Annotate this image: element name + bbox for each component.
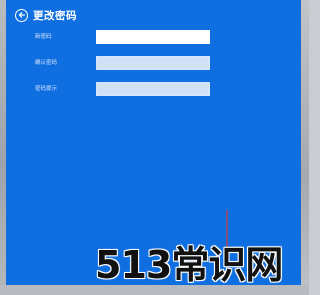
password-hint-field[interactable]: [96, 82, 210, 96]
password-hint-row: 密码提示: [6, 82, 301, 96]
page-title: 更改密码: [33, 9, 77, 22]
site-watermark: 513常识网: [94, 242, 284, 287]
back-arrow-glyph: [18, 12, 25, 18]
new-password-row: 新密码: [6, 30, 301, 44]
confirm-password-field[interactable]: [96, 56, 210, 70]
desktop-background-right: [301, 0, 309, 295]
confirm-password-label: 确认密码: [35, 60, 58, 66]
password-hint-label: 密码提示: [35, 86, 58, 92]
new-password-field[interactable]: [96, 30, 210, 44]
confirm-password-row: 确认密码: [6, 56, 301, 70]
back-arrow-circle-icon[interactable]: [15, 8, 28, 22]
new-password-label: 新密码: [35, 34, 52, 40]
panel-header: 更改密码: [15, 6, 77, 24]
